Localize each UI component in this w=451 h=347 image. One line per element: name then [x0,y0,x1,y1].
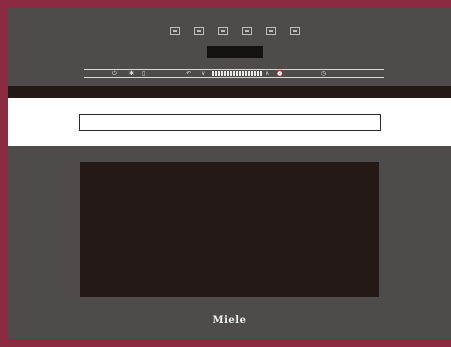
dark-strip [8,86,451,98]
microwave-icon[interactable] [290,27,300,35]
chevron-up-icon[interactable]: ∧ [265,71,269,77]
frame-bottom [0,339,451,347]
door-window [80,162,379,297]
temperature-scale[interactable] [212,71,262,76]
power-icon[interactable]: ⏻ [112,71,117,77]
control-panel: ⏻ ✱ ▯ ↶ ∨ ∧ ⏰ ◷ [8,8,451,86]
light-icon[interactable]: ✱ [129,71,134,77]
grill-icon[interactable] [218,27,228,35]
display-screen [207,46,263,58]
oven-appliance: ⏻ ✱ ▯ ↶ ∨ ∧ ⏰ ◷ Miele [8,8,451,339]
oven-door[interactable]: Miele [8,146,451,339]
back-icon[interactable]: ↶ [186,71,191,77]
white-band [8,98,451,146]
top-divider-line [84,69,384,70]
bottom-divider-line [84,77,384,78]
favourite-icon[interactable]: ▯ [142,71,145,77]
conventional-heat-icon[interactable] [242,27,252,35]
brand-logo: Miele [212,315,247,326]
chevron-down-icon[interactable]: ∨ [201,71,205,77]
defrost-icon[interactable] [266,27,276,35]
fan-oven-icon[interactable] [170,27,180,35]
blank-input-box[interactable] [79,114,381,131]
clock-icon[interactable]: ◷ [321,71,326,77]
minute-minder-icon[interactable]: ⏰ [276,71,283,77]
auto-roast-icon[interactable] [194,27,204,35]
program-icons [8,27,451,39]
